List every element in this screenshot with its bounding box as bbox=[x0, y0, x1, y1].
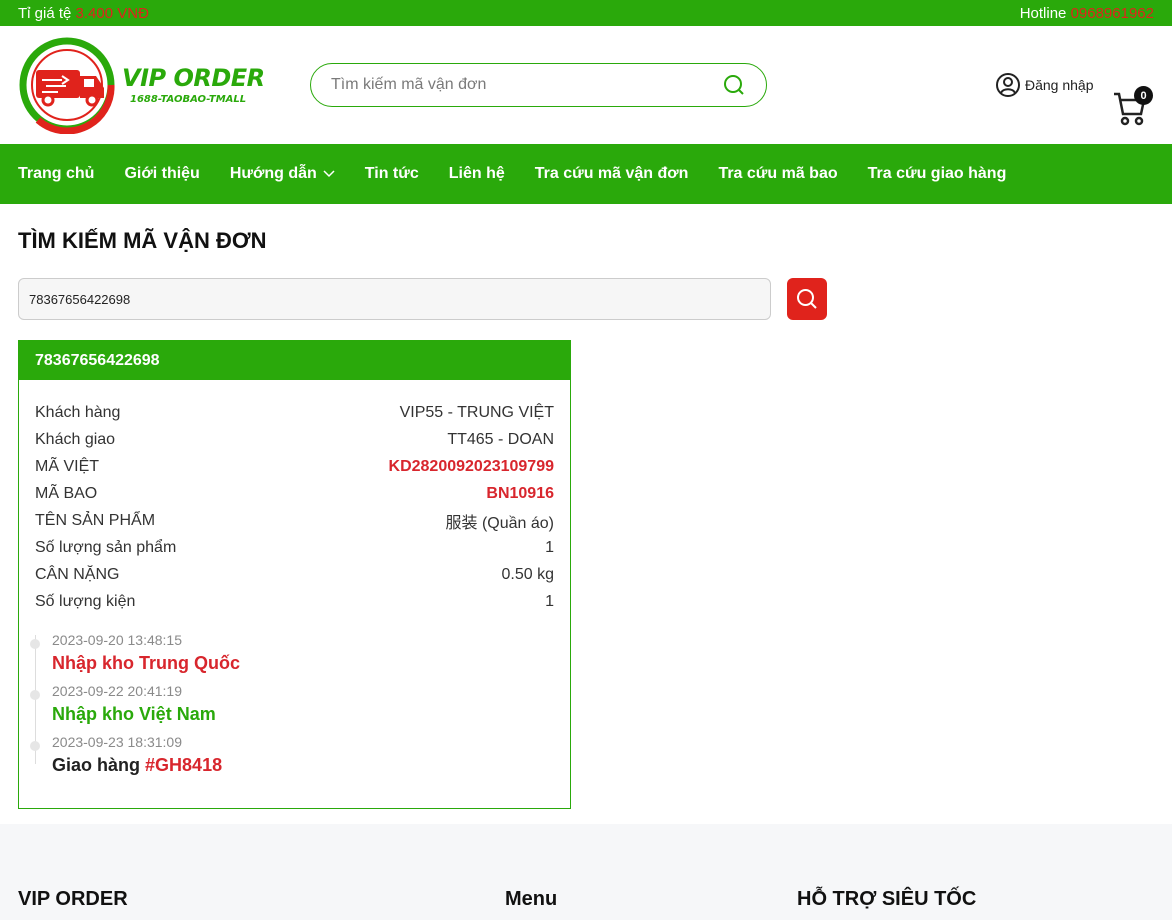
footer: VIP ORDER Menu HỖ TRỢ SIÊU TỐC bbox=[0, 824, 1172, 920]
detail-value: 服装 (Quần áo) bbox=[445, 514, 555, 532]
detail-row-package-qty: Số lượng kiện 1 bbox=[35, 588, 554, 615]
detail-row-product-name: TÊN SẢN PHẨM 服装 (Quần áo) bbox=[35, 507, 554, 534]
truck-logo-icon bbox=[19, 37, 115, 135]
exchange-rate-label: Tỉ giá tệ bbox=[18, 4, 72, 22]
nav-item-track-bag[interactable]: Tra cứu mã bao bbox=[718, 165, 837, 183]
detail-label: CÂN NẶNG bbox=[35, 565, 120, 583]
nav-item-contact[interactable]: Liên hệ bbox=[449, 165, 505, 183]
detail-label: MÃ BAO bbox=[35, 484, 98, 502]
detail-row-viet-code: MÃ VIỆT KD2820092023109799 bbox=[35, 453, 554, 480]
search-icon[interactable] bbox=[722, 73, 746, 97]
tracking-timeline: 2023-09-20 13:48:15 Nhập kho Trung Quốc … bbox=[30, 631, 554, 784]
delivery-code-link[interactable]: #GH8418 bbox=[145, 755, 222, 775]
tracking-search-button[interactable] bbox=[787, 278, 827, 320]
header-search-input[interactable] bbox=[331, 76, 722, 94]
detail-label: Số lượng kiện bbox=[35, 592, 136, 610]
detail-value: VIP55 - TRUNG VIỆT bbox=[399, 403, 554, 421]
timeline-status-label: Giao hàng bbox=[52, 755, 141, 775]
exchange-rate-value: 3.400 VNĐ bbox=[75, 4, 149, 22]
timeline-status: Nhập kho Trung Quốc bbox=[52, 653, 240, 673]
login-label: Đăng nhập bbox=[1025, 77, 1094, 93]
timeline-date: 2023-09-20 13:48:15 bbox=[52, 632, 182, 648]
nav-item-track-delivery[interactable]: Tra cứu giao hàng bbox=[868, 165, 1007, 183]
tracking-search-input[interactable] bbox=[18, 278, 771, 320]
detail-value: 1 bbox=[545, 592, 554, 610]
nav-item-track-waybill[interactable]: Tra cứu mã vận đơn bbox=[535, 165, 689, 183]
detail-row-product-qty: Số lượng sản phẩm 1 bbox=[35, 534, 554, 561]
detail-value: BN10916 bbox=[486, 484, 554, 502]
nav-item-home[interactable]: Trang chủ bbox=[18, 165, 94, 183]
footer-heading-support: HỖ TRỢ SIÊU TỐC bbox=[797, 888, 977, 910]
detail-label: Khách hàng bbox=[35, 403, 121, 421]
login-link[interactable]: Đăng nhập bbox=[995, 72, 1094, 98]
detail-label: MÃ VIỆT bbox=[35, 457, 100, 475]
timeline-status: Nhập kho Việt Nam bbox=[52, 704, 216, 724]
hotline[interactable]: Hotline 0968961962 bbox=[1020, 5, 1154, 22]
nav-item-news[interactable]: Tin tức bbox=[365, 165, 419, 183]
chevron-down-icon bbox=[323, 170, 335, 178]
nav-item-guide-label: Hướng dẫn bbox=[229, 165, 317, 182]
detail-value: TT465 - DOAN bbox=[447, 430, 554, 448]
detail-value: KD2820092023109799 bbox=[388, 457, 554, 475]
timeline-item: 2023-09-20 13:48:15 Nhập kho Trung Quốc bbox=[30, 631, 554, 682]
timeline-date: 2023-09-22 20:41:19 bbox=[52, 683, 182, 699]
timeline-status: Giao hàng #GH8418 bbox=[52, 751, 554, 779]
tracking-result-card: 78367656422698 Khách hàng VIP55 - TRUNG … bbox=[18, 340, 571, 809]
top-bar: Tỉ giá tệ 3.400 VNĐ Hotline 0968961962 bbox=[0, 0, 1172, 26]
timeline-item: 2023-09-22 20:41:19 Nhập kho Việt Nam bbox=[30, 682, 554, 733]
tracking-details: Khách hàng VIP55 - TRUNG VIỆT Khách giao… bbox=[19, 380, 570, 808]
main-content: TÌM KIẾM MÃ VẬN ĐƠN 78367656422698 Khách… bbox=[0, 228, 1172, 809]
user-icon bbox=[996, 73, 1020, 97]
detail-row-customer: Khách hàng VIP55 - TRUNG VIỆT bbox=[35, 399, 554, 426]
logo-name: VIP ORDER bbox=[122, 64, 265, 92]
detail-value: 0.50 kg bbox=[501, 565, 554, 583]
timeline-dot bbox=[30, 690, 40, 700]
timeline-dot bbox=[30, 741, 40, 751]
detail-label: Khách giao bbox=[35, 430, 116, 448]
header-search bbox=[310, 63, 767, 107]
page-title: TÌM KIẾM MÃ VẬN ĐƠN bbox=[18, 228, 267, 253]
site-logo[interactable]: VIP ORDER 1688-TAOBAO-TMALL bbox=[18, 36, 270, 135]
logo-tagline: 1688-TAOBAO-TMALL bbox=[130, 94, 247, 105]
detail-value: 1 bbox=[545, 538, 554, 556]
cart-count-badge: 0 bbox=[1134, 86, 1153, 105]
detail-row-weight: CÂN NẶNG 0.50 kg bbox=[35, 561, 554, 588]
detail-row-bag-code: MÃ BAO BN10916 bbox=[35, 480, 554, 507]
footer-heading-brand: VIP ORDER bbox=[18, 888, 128, 910]
hotline-label: Hotline bbox=[1019, 4, 1067, 22]
timeline-date: 2023-09-23 18:31:09 bbox=[52, 734, 182, 750]
detail-label: Số lượng sản phẩm bbox=[35, 538, 177, 556]
tracking-search bbox=[18, 278, 1154, 320]
timeline-dot bbox=[30, 639, 40, 649]
footer-heading-menu: Menu bbox=[505, 888, 558, 910]
detail-label: TÊN SẢN PHẨM bbox=[35, 511, 156, 529]
detail-row-delivery-customer: Khách giao TT465 - DOAN bbox=[35, 426, 554, 453]
hotline-number[interactable]: 0968961962 bbox=[1071, 5, 1154, 22]
timeline-item: 2023-09-23 18:31:09 Giao hàng #GH8418 bbox=[30, 733, 554, 784]
exchange-rate: Tỉ giá tệ 3.400 VNĐ bbox=[18, 5, 149, 22]
header: VIP ORDER 1688-TAOBAO-TMALL Đăng nhập 0 bbox=[0, 26, 1172, 144]
tracking-code-header: 78367656422698 bbox=[19, 341, 570, 380]
search-icon bbox=[797, 289, 817, 309]
nav-item-guide[interactable]: Hướng dẫn bbox=[230, 165, 335, 183]
main-nav: Trang chủ Giới thiệu Hướng dẫn Tin tức L… bbox=[0, 144, 1172, 204]
nav-item-about[interactable]: Giới thiệu bbox=[124, 165, 199, 183]
